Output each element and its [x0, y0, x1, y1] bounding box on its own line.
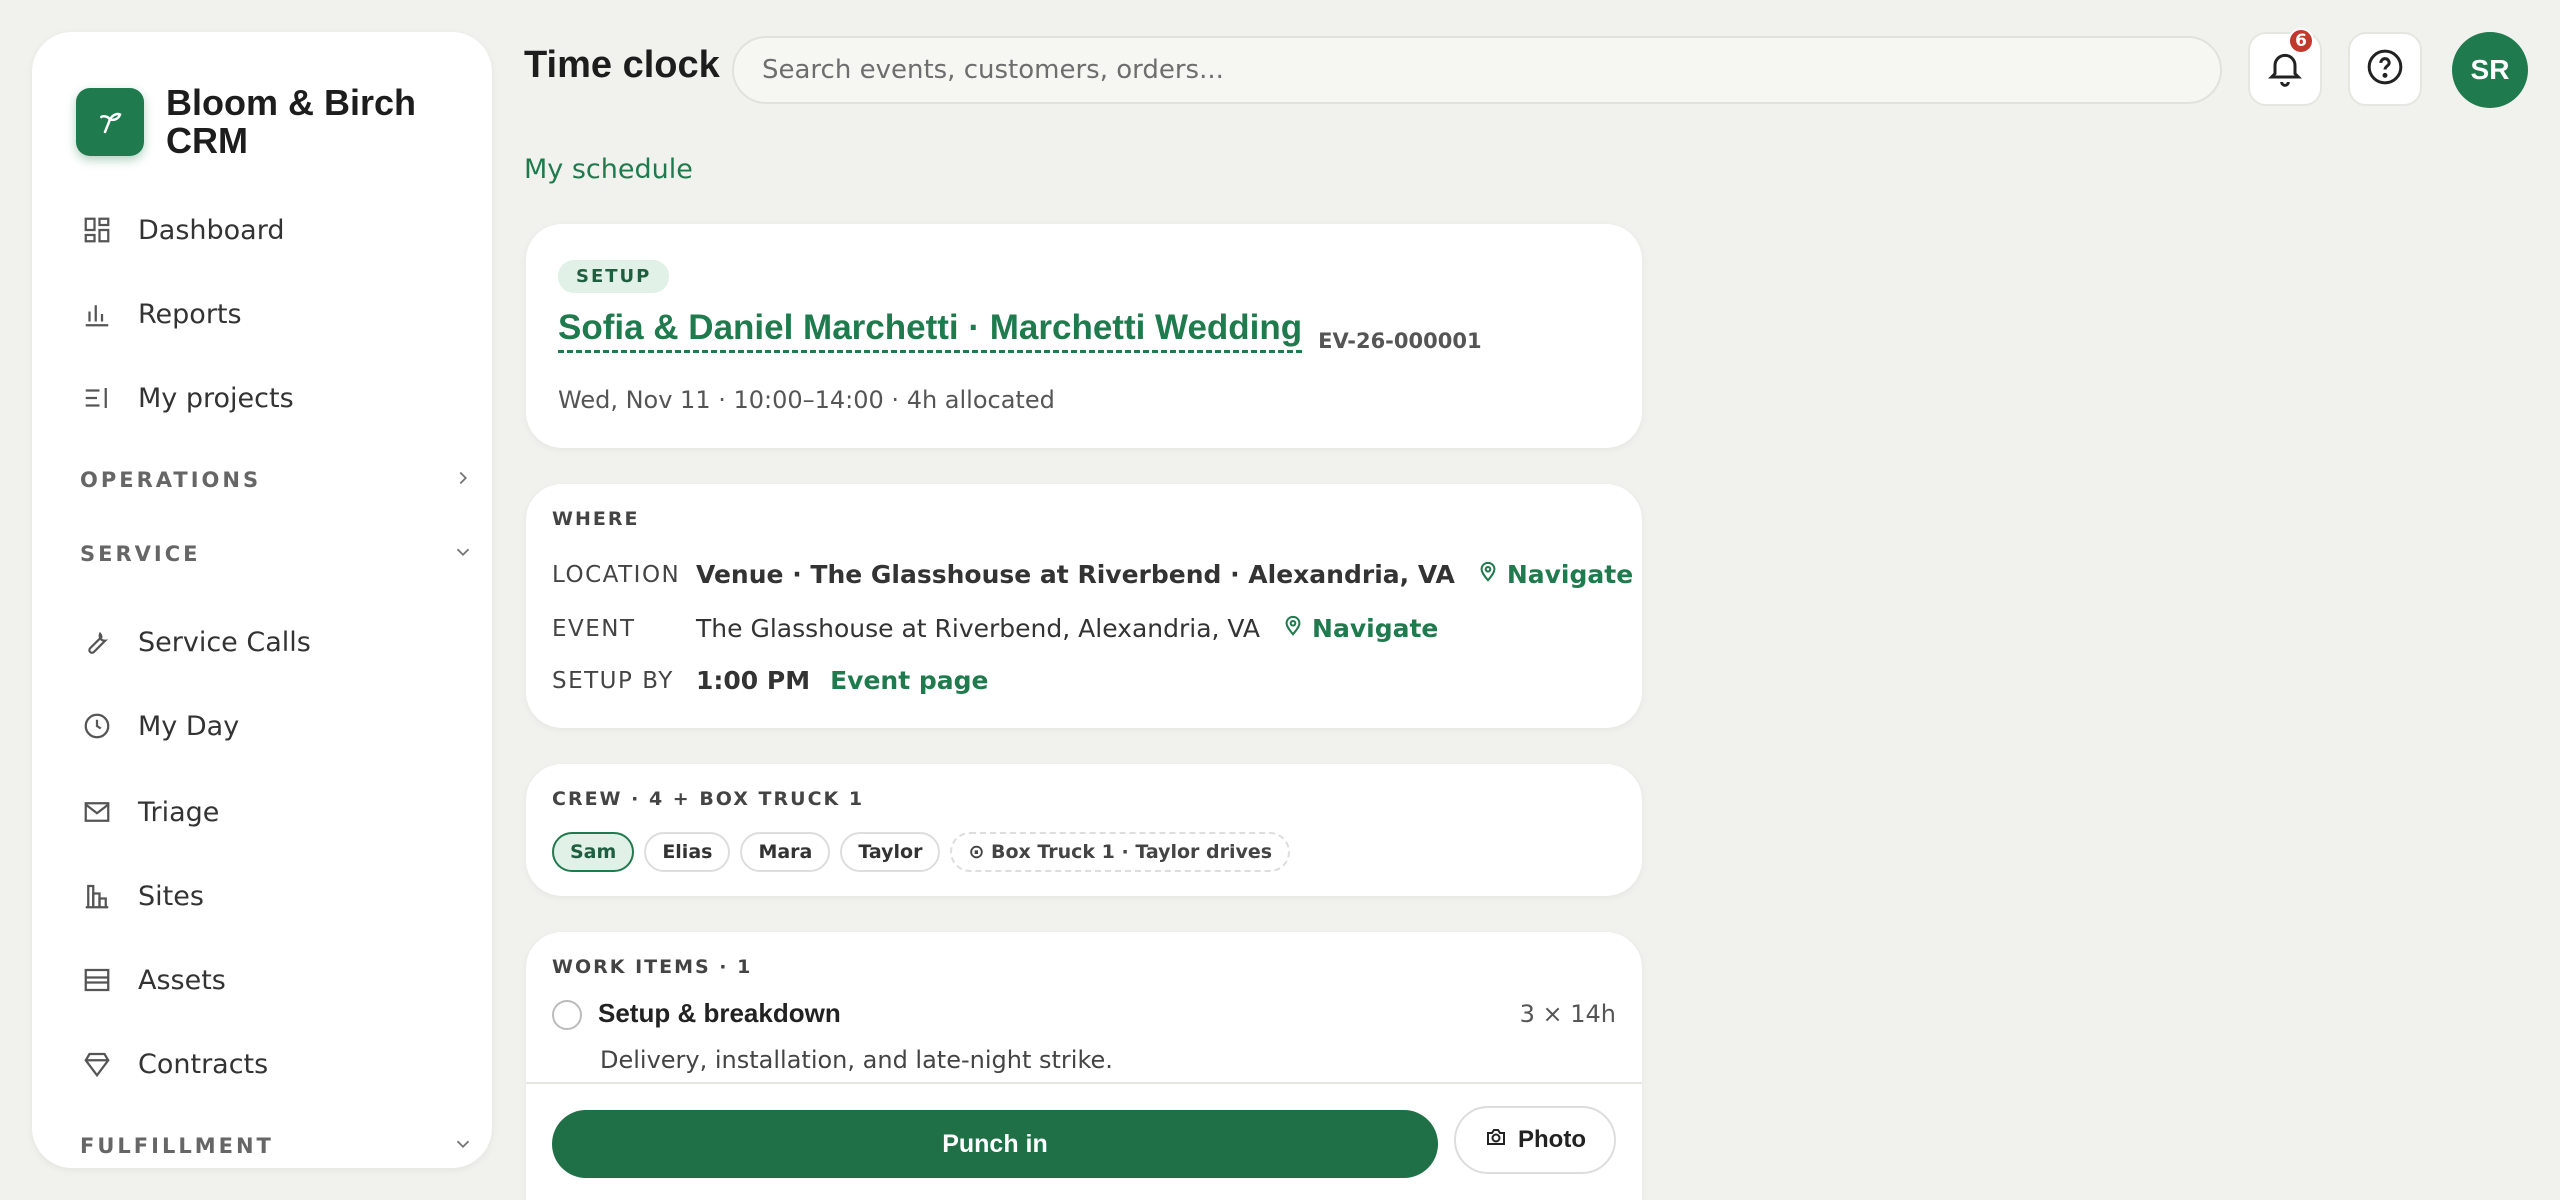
section-fulfillment[interactable]: FULFILLMENT: [80, 1126, 474, 1166]
help-button[interactable]: [2348, 32, 2422, 106]
work-items-caption: WORK ITEMS · 1: [552, 956, 753, 978]
sidebar-item-label: My Day: [138, 710, 240, 742]
camera-icon: [1484, 1125, 1508, 1156]
map-pin-icon: [1477, 560, 1499, 589]
notifications-button[interactable]: 6: [2248, 28, 2322, 106]
crew-chip[interactable]: Taylor: [840, 832, 941, 872]
sidebar-item-label: Triage: [138, 796, 220, 828]
sidebar-item-contracts[interactable]: Contracts: [80, 1036, 460, 1092]
setup-label: SETUP BY: [552, 667, 674, 694]
section-operations[interactable]: OPERATIONS: [80, 460, 474, 500]
event-label: EVENT: [552, 615, 636, 642]
work-item-checkbox[interactable]: [552, 1000, 582, 1030]
sidebar-item-label: Service Calls: [138, 626, 311, 658]
section-label: FULFILLMENT: [80, 1134, 274, 1158]
bar-chart-icon: [80, 297, 114, 331]
event-tag: SETUP: [558, 260, 670, 293]
location-label: LOCATION: [552, 561, 681, 588]
list-icon: [80, 381, 114, 415]
sidebar-item-service-calls[interactable]: Service Calls: [80, 614, 460, 670]
brand-logo-icon: [76, 88, 144, 156]
where-caption: WHERE: [552, 508, 640, 530]
sidebar-item-reports[interactable]: Reports: [80, 286, 460, 342]
building-icon: [80, 879, 114, 913]
event-id: EV-26-000001: [1318, 329, 1482, 353]
sidebar-item-assets[interactable]: Assets: [80, 952, 460, 1008]
brand[interactable]: Bloom & Birch CRM: [76, 84, 456, 160]
chevron-right-icon: [452, 467, 474, 493]
diamond-icon: [80, 1047, 114, 1081]
event-meta: Wed, Nov 11 · 10:00–14:00 · 4h allocated: [558, 386, 1055, 414]
sidebar-item-triage[interactable]: Triage: [80, 784, 460, 840]
help-icon: [2365, 47, 2405, 91]
sidebar-item-label: Dashboard: [138, 214, 285, 246]
search-input[interactable]: [732, 36, 2222, 104]
crew-card: CREW · 4 + BOX TRUCK 1 Sam Elias Mara Ta…: [526, 764, 1642, 896]
sidebar: Bloom & Birch CRM Dashboard Reports My p…: [32, 32, 492, 1168]
sidebar-item-dashboard[interactable]: Dashboard: [80, 202, 460, 258]
setup-row: SETUP BY 1:00 PM Event page: [552, 666, 989, 695]
wrench-icon: [80, 625, 114, 659]
section-label: OPERATIONS: [80, 468, 262, 492]
sidebar-item-label: Assets: [138, 964, 226, 996]
navigate-label: Navigate: [1506, 560, 1634, 589]
chevron-down-icon: [452, 541, 474, 567]
section-service[interactable]: SERVICE: [80, 534, 474, 574]
archive-icon: [80, 963, 114, 997]
punch-in-button[interactable]: Punch in: [552, 1110, 1438, 1178]
crew-chip[interactable]: Mara: [740, 832, 831, 872]
work-item-title: Setup & breakdown: [598, 998, 841, 1028]
crew-caption: CREW · 4 + BOX TRUCK 1: [552, 788, 865, 810]
work-item-desc: Delivery, installation, and late-night s…: [600, 1046, 1113, 1074]
event-card: SETUP Sofia & Daniel Marchetti · Marchet…: [526, 224, 1642, 448]
crew-chips: Sam Elias Mara Taylor ⊙ Box Truck 1 · Ta…: [552, 832, 1300, 872]
navigate-location-link[interactable]: Navigate: [1477, 560, 1633, 589]
brand-name: Bloom & Birch CRM: [166, 82, 417, 161]
crew-chip[interactable]: Elias: [644, 832, 731, 872]
navigate-label: Navigate: [1312, 614, 1439, 643]
clock-icon: [80, 709, 114, 743]
sidebar-item-label: Contracts: [138, 1048, 269, 1080]
avatar[interactable]: SR: [2452, 32, 2528, 108]
event-page-link[interactable]: Event page: [830, 666, 988, 695]
chevron-down-icon: [452, 1133, 474, 1159]
event-title-link[interactable]: Sofia & Daniel Marchetti · Marchetti Wed…: [558, 308, 1303, 353]
sidebar-item-label: My projects: [138, 382, 294, 414]
my-schedule-link[interactable]: My schedule: [524, 154, 693, 185]
event-location-row: EVENT The Glasshouse at Riverbend, Alexa…: [552, 614, 1438, 643]
photo-label: Photo: [1518, 1126, 1586, 1153]
sidebar-item-my-day[interactable]: My Day: [80, 698, 460, 754]
page-title: Time clock: [524, 44, 720, 86]
where-card: WHERE LOCATION Venue · The Glasshouse at…: [526, 484, 1642, 728]
section-label: SERVICE: [80, 542, 201, 566]
event-location-value: The Glasshouse at Riverbend, Alexandria,…: [696, 614, 1261, 643]
sidebar-item-sites[interactable]: Sites: [80, 868, 460, 924]
photo-button[interactable]: Photo: [1454, 1106, 1616, 1174]
notification-badge: 6: [2288, 28, 2314, 54]
work-item-qty: 3 × 14h: [1519, 1000, 1616, 1028]
action-footer: Punch in Photo: [526, 1082, 1642, 1200]
map-pin-icon: [1282, 614, 1304, 643]
navigate-event-link[interactable]: Navigate: [1282, 614, 1438, 643]
sidebar-item-label: Reports: [138, 298, 242, 330]
vehicle-chip[interactable]: ⊙ Box Truck 1 · Taylor drives: [950, 832, 1291, 872]
mail-icon: [80, 795, 114, 829]
setup-time: 1:00 PM: [696, 666, 811, 695]
location-row: LOCATION Venue · The Glasshouse at River…: [552, 560, 1633, 589]
sidebar-item-my-projects[interactable]: My projects: [80, 370, 460, 426]
crew-chip[interactable]: Sam: [552, 832, 635, 872]
sidebar-item-label: Sites: [138, 880, 204, 912]
location-value: Venue · The Glasshouse at Riverbend · Al…: [696, 560, 1455, 589]
dashboard-icon: [80, 213, 114, 247]
